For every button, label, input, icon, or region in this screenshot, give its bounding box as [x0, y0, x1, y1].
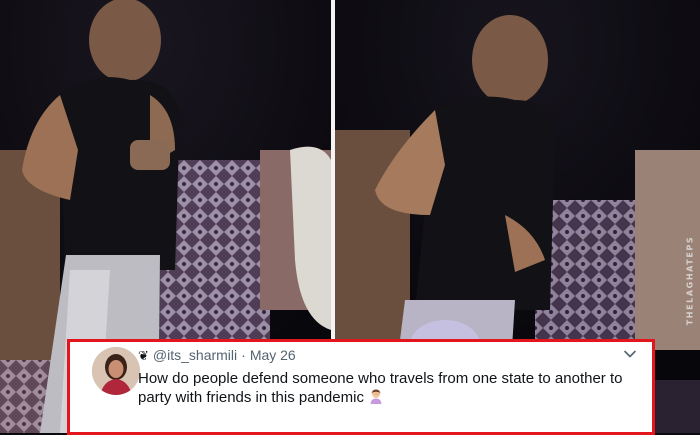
user-handle[interactable]: @its_sharmili: [153, 347, 237, 363]
tweet-text: How do people defend someone who travels…: [138, 369, 638, 409]
avatar-image: [92, 347, 140, 395]
chevron-down-icon[interactable]: [622, 346, 638, 362]
verified-mark: ❦: [138, 348, 149, 363]
watermark: THELAGHATEPS: [682, 230, 698, 330]
avatar[interactable]: [92, 347, 140, 395]
tweet-header: ❦ @its_sharmili · May 26: [138, 347, 296, 364]
person-facepalming-emoji: [368, 388, 384, 409]
tweet-card[interactable]: ❦ @its_sharmili · May 26 How do people defe…: [70, 342, 652, 432]
tweet-date[interactable]: May 26: [250, 347, 296, 363]
header-separator: ·: [241, 347, 246, 363]
watermark-text: THELAGHATEPS: [685, 235, 695, 325]
tweet-highlight-frame: ❦ @its_sharmili · May 26 How do people defe…: [67, 339, 655, 435]
